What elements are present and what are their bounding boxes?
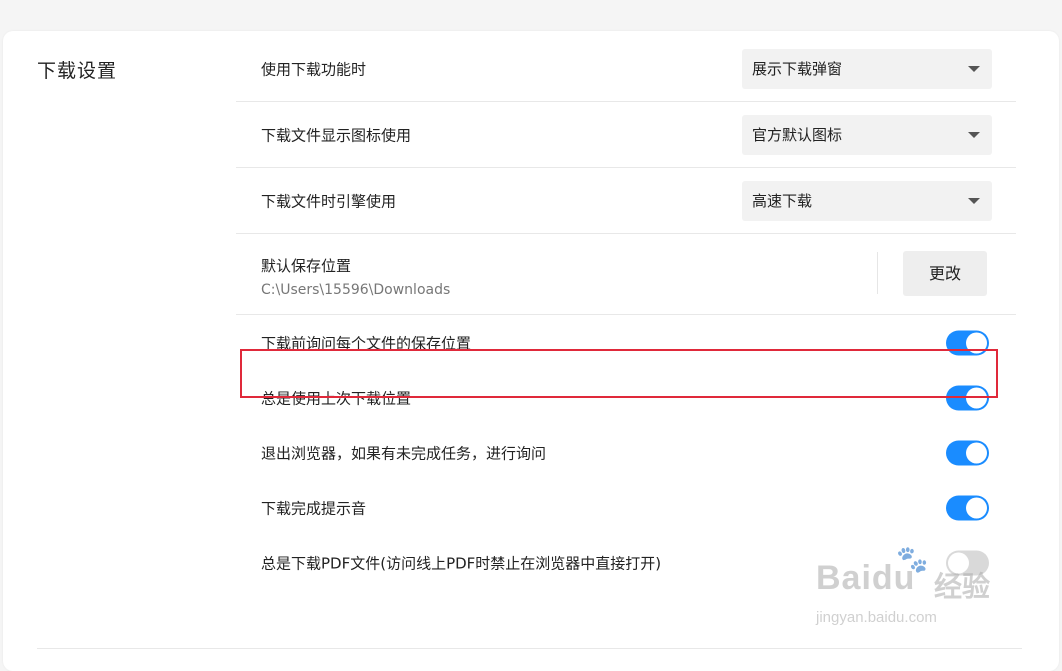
- download-engine-select[interactable]: 高速下载: [742, 180, 992, 221]
- vertical-divider: [877, 252, 878, 294]
- toggle-knob: [966, 497, 987, 518]
- toggle-row-last-location: 总是使用上次下载位置: [236, 370, 1016, 425]
- section-title: 下载设置: [37, 60, 118, 82]
- toggle-row-ask-location: 下载前询问每个文件的保存位置: [236, 315, 1016, 370]
- caret-down-icon: [968, 131, 980, 138]
- settings-list: 使用下载功能时 展示下载弹窗 下载文件显示图标使用 官方默认图标 下载文件时引擎…: [236, 36, 1016, 590]
- change-location-button[interactable]: 更改: [903, 251, 987, 296]
- setting-label: 总是下载PDF文件(访问线上PDF时禁止在浏览器中直接打开): [261, 554, 662, 572]
- section-divider: [37, 648, 1022, 649]
- setting-label: 下载文件显示图标使用: [261, 126, 412, 144]
- toggle-knob: [966, 387, 987, 408]
- toggle-row-exit-prompt: 退出浏览器，如果有未完成任务，进行询问: [236, 425, 1016, 480]
- setting-label: 下载前询问每个文件的保存位置: [261, 334, 472, 352]
- setting-label: 默认保存位置: [261, 257, 352, 275]
- toggle-knob: [966, 332, 987, 353]
- toggle-knob: [966, 442, 987, 463]
- setting-row-file-icon: 下载文件显示图标使用 官方默认图标: [236, 102, 1016, 168]
- toggle-row-complete-sound: 下载完成提示音: [236, 480, 1016, 535]
- caret-down-icon: [968, 197, 980, 204]
- setting-label: 退出浏览器，如果有未完成任务，进行询问: [261, 444, 547, 462]
- select-value: 高速下载: [752, 191, 813, 210]
- complete-sound-toggle[interactable]: [946, 495, 989, 520]
- select-value: 展示下载弹窗: [752, 59, 843, 78]
- setting-label: 下载完成提示音: [261, 499, 367, 517]
- toggle-knob: [948, 552, 969, 573]
- setting-row-engine: 下载文件时引擎使用 高速下载: [236, 168, 1016, 234]
- setting-label: 总是使用上次下载位置: [261, 389, 412, 407]
- setting-row-save-location: 默认保存位置 C:\Users\15596\Downloads 更改: [236, 234, 1016, 315]
- last-location-toggle[interactable]: [946, 385, 989, 410]
- save-path-text: C:\Users\15596\Downloads: [261, 282, 451, 298]
- pdf-download-toggle[interactable]: [946, 550, 989, 575]
- toggle-row-pdf-download: 总是下载PDF文件(访问线上PDF时禁止在浏览器中直接打开): [236, 535, 1016, 590]
- setting-row-download-behavior: 使用下载功能时 展示下载弹窗: [236, 36, 1016, 102]
- download-behavior-select[interactable]: 展示下载弹窗: [742, 48, 992, 89]
- exit-prompt-toggle[interactable]: [946, 440, 989, 465]
- setting-label: 下载文件时引擎使用: [261, 192, 397, 210]
- select-value: 官方默认图标: [752, 125, 843, 144]
- file-icon-select[interactable]: 官方默认图标: [742, 114, 992, 155]
- caret-down-icon: [968, 65, 980, 72]
- setting-label: 使用下载功能时: [261, 60, 367, 78]
- ask-location-toggle[interactable]: [946, 330, 989, 355]
